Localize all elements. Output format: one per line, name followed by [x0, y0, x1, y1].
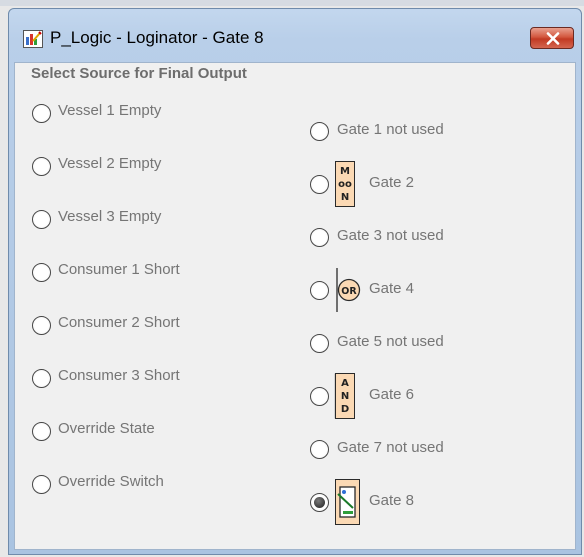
- gate-label: Gate 6: [369, 386, 415, 403]
- gate-label: Gate 4: [369, 280, 415, 297]
- source-radio-vessel-3-empty[interactable]: [32, 210, 51, 229]
- source-radio-override-state[interactable]: [32, 422, 51, 441]
- app-icon: [23, 30, 43, 48]
- close-button[interactable]: [530, 27, 574, 49]
- source-label: Vessel 3 Empty: [58, 208, 162, 225]
- source-label: Override Switch: [58, 473, 164, 490]
- gate-radio-4[interactable]: [310, 281, 329, 300]
- section-heading: Select Source for Final Output: [31, 65, 247, 82]
- gate-label: Gate 7 not used: [337, 439, 444, 456]
- source-radio-consumer-1-short[interactable]: [32, 263, 51, 282]
- source-radio-override-switch[interactable]: [32, 475, 51, 494]
- gate-label: Gate 8: [369, 492, 415, 509]
- source-label: Vessel 2 Empty: [58, 155, 162, 172]
- gate-radio-6[interactable]: [310, 387, 329, 406]
- gate-label: Gate 2: [369, 174, 415, 191]
- source-label: Consumer 1 Short: [58, 261, 180, 278]
- gate-radio-3[interactable]: [310, 228, 329, 247]
- gate-label: Gate 3 not used: [337, 227, 444, 244]
- background-strip: [0, 0, 584, 6]
- gate-radio-2[interactable]: [310, 175, 329, 194]
- or-gate-icon-text: OR: [341, 286, 357, 297]
- title-bar[interactable]: P_Logic - Loginator - Gate 8: [9, 9, 581, 63]
- window-title: P_Logic - Loginator - Gate 8: [50, 28, 264, 47]
- and-gate-icon: A N D: [334, 373, 355, 419]
- gate-radio-8[interactable]: [310, 493, 329, 512]
- source-label: Override State: [58, 420, 155, 437]
- source-label: Vessel 1 Empty: [58, 102, 162, 119]
- moon-gate-icon-text: N: [341, 192, 349, 203]
- and-gate-icon-text: N: [341, 391, 349, 402]
- source-label: Consumer 2 Short: [58, 314, 180, 331]
- gate-radio-1[interactable]: [310, 122, 329, 141]
- source-radio-consumer-3-short[interactable]: [32, 369, 51, 388]
- moon-gate-icon: M oo N: [335, 161, 355, 207]
- moon-gate-icon-text: M: [340, 166, 350, 177]
- gate-radio-5[interactable]: [310, 334, 329, 353]
- gate-label: Gate 5 not used: [337, 333, 444, 350]
- and-gate-icon-text: A: [341, 378, 349, 389]
- gate-radio-7[interactable]: [310, 440, 329, 459]
- source-radio-consumer-2-short[interactable]: [32, 316, 51, 335]
- or-gate-icon: OR: [336, 268, 361, 312]
- and-gate-icon-text: D: [341, 404, 349, 415]
- gate-label: Gate 1 not used: [337, 121, 444, 138]
- close-icon: [546, 32, 560, 45]
- source-radio-vessel-1-empty[interactable]: [32, 104, 51, 123]
- source-radio-vessel-2-empty[interactable]: [32, 157, 51, 176]
- moon-gate-icon-text: oo: [338, 179, 352, 190]
- source-label: Consumer 3 Short: [58, 367, 180, 384]
- switch-gate-icon: [335, 479, 360, 525]
